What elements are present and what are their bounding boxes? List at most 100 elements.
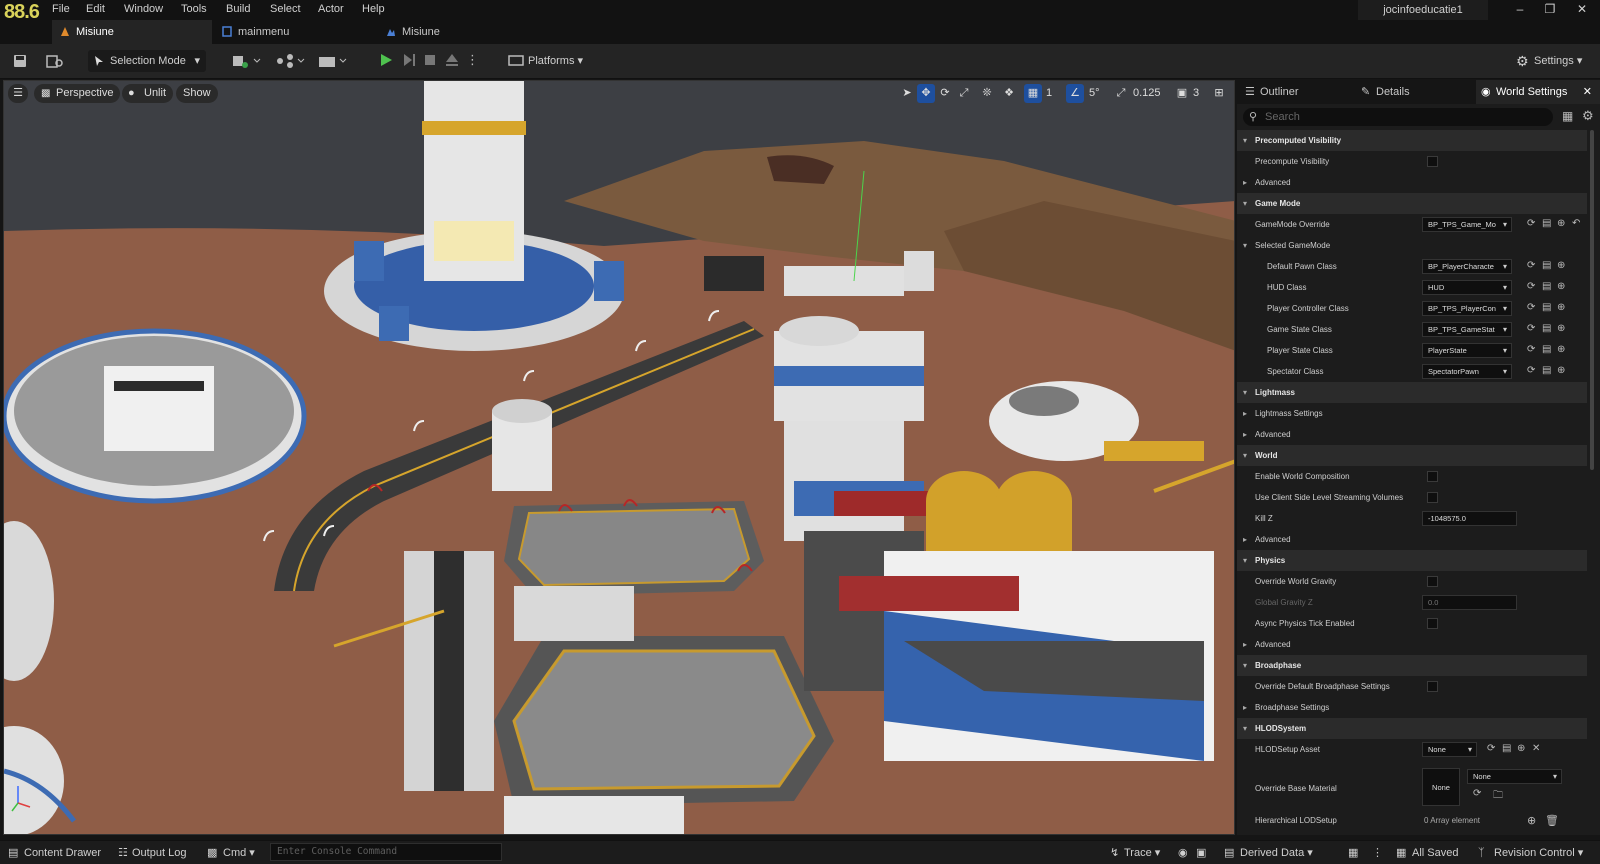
add-icon[interactable]: ⊕ [1557,323,1565,334]
add-icon[interactable]: ⊕ [1557,260,1565,271]
class-combo[interactable]: BP_TPS_Game_Mo ▾ [1422,217,1512,232]
stop-icon[interactable] [422,52,438,68]
play-icon[interactable] [378,52,394,68]
rotation-snap-value[interactable]: 5° [1089,84,1100,103]
expand-arrow-icon[interactable]: ▾ [1243,661,1247,670]
browse-asset-icon[interactable]: ⟳ [1527,218,1535,229]
expand-arrow-icon[interactable]: ▾ [1243,388,1247,397]
content-drawer-button[interactable]: ▤ Content Drawer [8,845,101,861]
level-viewport[interactable] [3,80,1235,835]
add-icon[interactable]: ⊕ [1557,302,1565,313]
category-label[interactable]: HLODSystem [1255,724,1306,733]
expand-arrow-icon[interactable]: ▾ [1243,724,1247,733]
checkbox[interactable] [1427,618,1438,629]
category-label[interactable]: Precomputed Visibility [1255,136,1341,145]
browse-asset-icon[interactable]: ⟳ [1473,788,1481,799]
menu-select[interactable]: Select [270,3,301,15]
save-icon[interactable] [12,53,28,69]
category-label[interactable]: Physics [1255,556,1285,565]
expand-arrow-icon[interactable]: ▾ [1243,199,1247,208]
checkbox[interactable] [1427,492,1438,503]
property-label[interactable]: Advanced [1255,430,1291,439]
material-combo[interactable]: None ▾ [1467,769,1562,784]
menu-tools[interactable]: Tools [181,3,207,15]
more-options-icon[interactable]: ⋮ [1372,845,1383,861]
class-combo[interactable]: SpectatorPawn ▾ [1422,364,1512,379]
camera-speed-icon[interactable]: ▣ [1173,84,1191,103]
selection-mode-dropdown[interactable]: Selection Mode ▾ [88,50,206,72]
menu-actor[interactable]: Actor [318,3,344,15]
surface-snap-icon[interactable]: ❖ [1000,84,1018,103]
class-combo[interactable]: HUD ▾ [1422,280,1512,295]
class-combo[interactable]: BP_PlayerCharacte ▾ [1422,259,1512,274]
category-label[interactable]: Broadphase [1255,661,1301,670]
console-command-input[interactable]: Enter Console Command [270,843,502,861]
checkbox[interactable] [1427,576,1438,587]
select-tool-icon[interactable]: ➤ [898,84,916,103]
table-view-icon[interactable]: ▦ [1562,109,1573,123]
menu-file[interactable]: File [52,3,70,15]
number-field[interactable]: 0.0 [1422,595,1517,610]
blueprint-icon[interactable] [276,53,306,69]
add-icon[interactable]: ⊕ [1557,365,1565,376]
folder-icon[interactable]: ▤ [1542,281,1551,292]
expand-arrow-icon[interactable]: ▾ [1243,241,1247,250]
browse-icon[interactable] [46,53,64,69]
tab-misiune-map[interactable]: Misiune [378,20,538,44]
user-account[interactable]: jocinfoeducatie1 [1358,0,1488,20]
folder-icon[interactable]: 🗀 [1493,788,1503,805]
rotation-snap-icon[interactable]: ∠ [1066,84,1084,103]
settings-dropdown[interactable]: ⚙ Settings ▾ [1516,50,1582,72]
property-label[interactable]: Advanced [1255,535,1291,544]
trash-icon[interactable]: 🗑 [1545,814,1559,827]
expand-arrow-icon[interactable]: ▾ [1243,136,1247,145]
maximize-viewport-icon[interactable]: ⊞ [1210,84,1228,103]
class-combo[interactable]: BP_TPS_GameStat ▾ [1422,322,1512,337]
output-log-button[interactable]: ☷ Output Log [118,845,186,861]
collapsed-arrow-icon[interactable]: ▸ [1243,409,1247,418]
class-combo[interactable]: PlayerState ▾ [1422,343,1512,358]
folder-icon[interactable]: ▤ [1542,323,1551,334]
collapsed-arrow-icon[interactable]: ▸ [1243,640,1247,649]
menu-build[interactable]: Build [226,3,250,15]
add-element-icon[interactable]: ⊕ [1527,814,1536,827]
checkbox[interactable] [1427,156,1438,167]
record-icon[interactable]: ◉ [1178,845,1188,861]
trace-dropdown[interactable]: ↯ Trace ▾ [1110,845,1160,861]
property-label[interactable]: Lightmass Settings [1255,409,1323,418]
scale-tool-icon[interactable]: ⤢ [955,84,973,103]
menu-help[interactable]: Help [362,3,385,15]
folder-icon[interactable]: ▤ [1542,344,1551,355]
tab-mainmenu[interactable]: mainmenu [214,20,374,44]
view-mode-button[interactable]: ● Unlit [122,84,174,103]
property-label[interactable]: Advanced [1255,640,1291,649]
all-saved-button[interactable]: ▦ All Saved [1396,845,1458,861]
scale-snap-value[interactable]: 0.125 [1133,84,1161,103]
browse-asset-icon[interactable]: ⟳ [1527,365,1535,376]
material-thumbnail[interactable]: None [1422,768,1460,806]
add-icon[interactable]: ⊕ [1557,344,1565,355]
eject-icon[interactable] [444,52,460,68]
tab-world-settings[interactable]: ◉ World Settings ✕ [1476,80,1600,104]
collapsed-arrow-icon[interactable]: ▸ [1243,703,1247,712]
collapsed-arrow-icon[interactable]: ▸ [1243,535,1247,544]
reset-icon[interactable]: ↶ [1572,218,1580,229]
derived-data-dropdown[interactable]: ▤ Derived Data ▾ [1224,845,1313,861]
play-options-icon[interactable]: ⋮ [466,52,479,68]
class-combo[interactable]: None ▾ [1422,742,1477,757]
grid-snap-value[interactable]: 1 [1046,84,1052,103]
cmd-dropdown[interactable]: ▩ Cmd ▾ [207,845,255,861]
unsaved-assets-icon[interactable]: ▦ [1348,845,1358,861]
gear-icon[interactable]: ⚙ [1582,108,1594,124]
scale-snap-icon[interactable]: ⤢ [1112,84,1130,103]
perspective-button[interactable]: ▩ Perspective [34,84,121,103]
checkbox[interactable] [1427,681,1438,692]
class-combo[interactable]: BP_TPS_PlayerCon ▾ [1422,301,1512,316]
collapsed-arrow-icon[interactable]: ▸ [1243,430,1247,439]
expand-arrow-icon[interactable]: ▾ [1243,556,1247,565]
checkbox[interactable] [1427,471,1438,482]
category-label[interactable]: Game Mode [1255,199,1300,208]
menu-edit[interactable]: Edit [86,3,105,15]
screenshot-icon[interactable]: ▣ [1196,845,1206,861]
show-button[interactable]: Show [176,84,218,103]
